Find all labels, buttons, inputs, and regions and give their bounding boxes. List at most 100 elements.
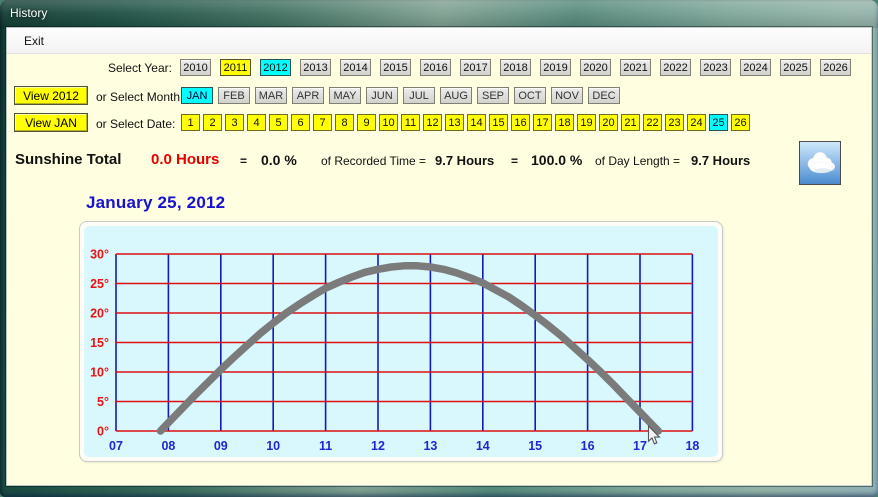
date-button-9[interactable]: 9 (357, 114, 376, 131)
day-length-percent-value: 100.0 % (531, 152, 583, 168)
date-button-3[interactable]: 3 (225, 114, 244, 131)
sunshine-total-label: Sunshine Total (15, 151, 122, 168)
svg-text:11: 11 (319, 439, 332, 453)
year-button-2021[interactable]: 2021 (620, 59, 651, 76)
svg-text:18: 18 (685, 439, 699, 453)
svg-text:15: 15 (528, 439, 542, 453)
year-selector-row: Select Year: 2010 2011 2012 2013 2014 2015 201… (7, 59, 871, 76)
date-buttons: 1 2 3 4 5 6 7 8 9 10 11 12 13 14 15 16 17 18 19 20 21 22 23 24 2… (181, 114, 753, 131)
year-button-2026[interactable]: 2026 (820, 59, 851, 76)
month-button-aug[interactable]: AUG (440, 87, 472, 104)
month-button-oct[interactable]: OCT (514, 87, 546, 104)
date-button-20[interactable]: 20 (599, 114, 618, 131)
year-button-2025[interactable]: 2025 (780, 59, 811, 76)
svg-text:17: 17 (633, 439, 647, 453)
year-button-2014[interactable]: 2014 (340, 59, 371, 76)
date-button-10[interactable]: 10 (379, 114, 398, 131)
day-length-hours-value: 9.7 Hours (691, 153, 751, 168)
year-button-2019[interactable]: 2019 (540, 59, 571, 76)
chart-plot-area: 0° 5° 10° 15° 20° 25° 30° 07 08 09 10 11 12 13 14 15 16 1… (84, 226, 718, 457)
svg-text:15°: 15° (90, 336, 109, 350)
date-button-19[interactable]: 19 (577, 114, 596, 131)
date-button-12[interactable]: 12 (423, 114, 442, 131)
date-button-6[interactable]: 6 (291, 114, 310, 131)
year-button-2015[interactable]: 2015 (380, 59, 411, 76)
month-button-jan[interactable]: JAN (181, 87, 213, 104)
date-button-24[interactable]: 24 (687, 114, 706, 131)
year-button-2020[interactable]: 2020 (580, 59, 611, 76)
view-year-button[interactable]: View 2012 (14, 86, 88, 105)
year-button-2022[interactable]: 2022 (660, 59, 691, 76)
year-button-2023[interactable]: 2023 (700, 59, 731, 76)
sun-elevation-chart: 0° 5° 10° 15° 20° 25° 30° 07 08 09 10 11 12 13 14 15 16 1… (90, 248, 699, 454)
sunshine-summary-row: Sunshine Total 0.0 Hours = 0.0 % of Reco… (7, 147, 871, 173)
date-button-1[interactable]: 1 (181, 114, 200, 131)
year-button-2017[interactable]: 2017 (460, 59, 491, 76)
month-button-dec[interactable]: DEC (588, 87, 620, 104)
svg-text:13: 13 (423, 439, 437, 453)
client-area: Select Year: 2010 2011 2012 2013 2014 2015 201… (7, 55, 871, 485)
chart-date-title: January 25, 2012 (86, 193, 226, 212)
date-selector-row: View JAN or Select Date: 1 2 3 4 5 6 7 8 9 10 11 12… (7, 113, 871, 134)
select-month-label: or Select Month: (96, 90, 184, 104)
date-button-22[interactable]: 22 (643, 114, 662, 131)
svg-text:10°: 10° (90, 366, 109, 380)
date-button-4[interactable]: 4 (247, 114, 266, 131)
svg-text:20°: 20° (90, 307, 109, 321)
date-button-25[interactable]: 25 (709, 114, 728, 131)
equals-sign-2: = (511, 154, 519, 168)
svg-text:16: 16 (581, 439, 595, 453)
year-button-2012[interactable]: 2012 (260, 59, 291, 76)
svg-text:25°: 25° (90, 277, 109, 291)
svg-text:5°: 5° (97, 395, 109, 409)
recorded-time-label: of Recorded Time = (321, 154, 427, 168)
month-button-nov[interactable]: NOV (551, 87, 583, 104)
menu-item-exit[interactable]: Exit (24, 28, 44, 54)
svg-text:08: 08 (161, 439, 175, 453)
year-buttons: 2010 2011 2012 2013 2014 2015 2016 2017 2018 2019… (180, 59, 860, 76)
year-button-2016[interactable]: 2016 (420, 59, 451, 76)
month-button-jun[interactable]: JUN (366, 87, 398, 104)
date-button-7[interactable]: 7 (313, 114, 332, 131)
year-button-2018[interactable]: 2018 (500, 59, 531, 76)
select-year-label: Select Year: (107, 60, 172, 75)
mouse-cursor (647, 425, 661, 445)
date-button-16[interactable]: 16 (511, 114, 530, 131)
date-button-5[interactable]: 5 (269, 114, 288, 131)
weather-cloud-button[interactable] (799, 141, 841, 185)
date-button-26[interactable]: 26 (731, 114, 750, 131)
year-button-2024[interactable]: 2024 (740, 59, 771, 76)
date-button-21[interactable]: 21 (621, 114, 640, 131)
month-button-apr[interactable]: APR (292, 87, 324, 104)
year-button-2013[interactable]: 2013 (300, 59, 331, 76)
window-title: History (10, 6, 48, 20)
date-button-2[interactable]: 2 (203, 114, 222, 131)
date-button-18[interactable]: 18 (555, 114, 574, 131)
month-selector-row: View 2012 or Select Month: JAN FEB MAR APR M… (7, 86, 871, 107)
month-buttons: JAN FEB MAR APR MAY JUN JUL AUG SEP OCT NOV DEC (181, 87, 625, 104)
svg-text:14: 14 (476, 439, 490, 453)
month-button-feb[interactable]: FEB (218, 87, 250, 104)
svg-text:07: 07 (109, 439, 123, 453)
date-button-17[interactable]: 17 (533, 114, 552, 131)
date-button-11[interactable]: 11 (401, 114, 420, 131)
month-button-jul[interactable]: JUL (403, 87, 435, 104)
month-button-may[interactable]: MAY (329, 87, 361, 104)
month-button-mar[interactable]: MAR (255, 87, 287, 104)
date-button-23[interactable]: 23 (665, 114, 684, 131)
year-button-2010[interactable]: 2010 (180, 59, 211, 76)
history-window: History Exit Select Year: 2010 2011 2012 20… (0, 0, 878, 497)
select-date-label: or Select Date: (96, 117, 176, 131)
window-inner-frame: Exit Select Year: 2010 2011 2012 2013 2014 20… (7, 28, 871, 485)
date-button-15[interactable]: 15 (489, 114, 508, 131)
cloud-icon (807, 152, 836, 174)
svg-text:09: 09 (214, 439, 228, 453)
date-button-14[interactable]: 14 (467, 114, 486, 131)
view-month-button[interactable]: View JAN (14, 113, 88, 132)
date-button-13[interactable]: 13 (445, 114, 464, 131)
year-button-2011[interactable]: 2011 (220, 59, 251, 76)
day-length-label: of Day Length = (595, 154, 681, 168)
month-button-sep[interactable]: SEP (477, 87, 509, 104)
date-button-8[interactable]: 8 (335, 114, 354, 131)
svg-text:10: 10 (266, 439, 280, 453)
